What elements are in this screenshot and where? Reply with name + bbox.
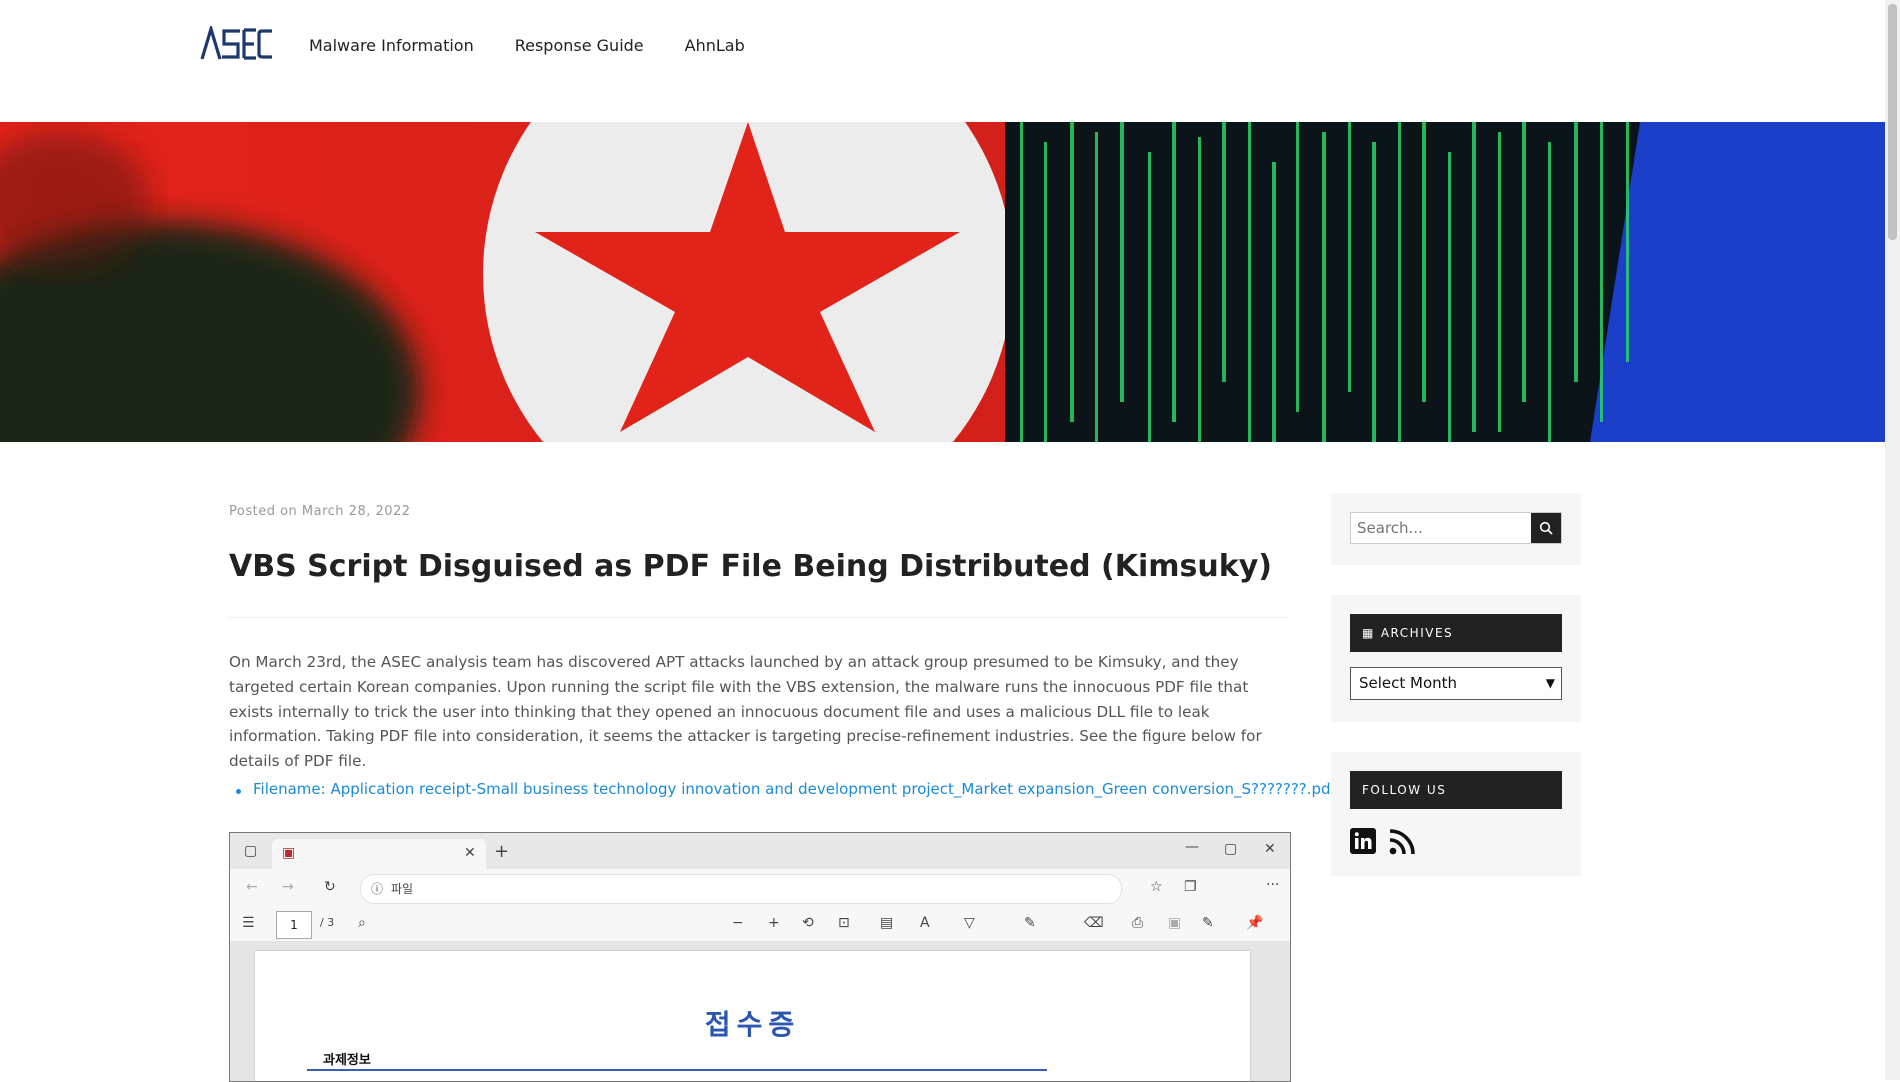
archives-select[interactable]: Select Month ▼ (1350, 667, 1562, 700)
nav-ahnlab[interactable]: AhnLab (685, 36, 745, 55)
collections-icon: ❐ (1184, 879, 1197, 895)
minimize-icon: — (1185, 839, 1199, 855)
bullet-dot (236, 789, 241, 794)
rss-icon[interactable] (1388, 828, 1416, 856)
pdf-viewer-screenshot: ▢ ▣ ✕ + — ▢ ✕ ← → ↻ ⓘ 파일 ☆ ❐ ··· ☰ 1 / 3… (229, 832, 1291, 1082)
window-close-icon: ✕ (1264, 841, 1276, 857)
save-icon: ▣ (1168, 915, 1182, 931)
print-icon: ⎙ (1132, 915, 1144, 931)
nav-response-guide[interactable]: Response Guide (515, 36, 644, 55)
asec-logo[interactable] (200, 26, 272, 62)
close-tab-icon: ✕ (464, 845, 476, 861)
archives-title-text: ARCHIVES (1380, 626, 1454, 640)
eraser-icon: ⌫ (1084, 915, 1104, 931)
tab-actions-icon: ▢ (244, 843, 258, 859)
site-header: Malware Information Response Guide AhnLa… (0, 0, 1885, 122)
zoom-in-icon: + (768, 915, 780, 931)
main-nav: Malware Information Response Guide AhnLa… (309, 36, 745, 55)
zoom-out-icon: − (732, 915, 744, 931)
search-widget (1331, 493, 1581, 565)
browser-addressbar: ← → ↻ ⓘ 파일 ☆ ❐ ··· (230, 869, 1290, 907)
url-field: ⓘ 파일 (360, 874, 1122, 904)
chevron-down-icon: ▼ (1545, 676, 1555, 690)
find-icon: ⌕ (358, 915, 366, 931)
search-button[interactable] (1531, 513, 1561, 543)
pdf-canvas: 접수증 과제정보 (230, 941, 1290, 1081)
pdf-toolbar: ☰ 1 / 3 ⌕ − + ⟲ ⊡ ▤ A ▽ ✎ ⌫ ⎙ ▣ ✎ 📌 (230, 907, 1290, 942)
hero-banner-image (0, 122, 1885, 442)
contents-icon: ☰ (242, 915, 255, 931)
list-item: Filename: Application receipt-Small busi… (236, 780, 1366, 798)
search-form (1350, 512, 1562, 544)
archives-widget: ▦ ARCHIVES Select Month ▼ (1331, 595, 1581, 722)
follow-title: FOLLOW US (1350, 771, 1562, 809)
info-icon: ⓘ (371, 882, 384, 896)
url-text: 파일 (391, 882, 414, 896)
archives-title: ▦ ARCHIVES (1350, 614, 1562, 652)
more-menu-icon: ··· (1266, 877, 1280, 893)
page-total: / 3 (320, 916, 335, 929)
browser-tab: ▣ ✕ (272, 839, 486, 869)
pdf-rule (307, 1069, 1047, 1071)
posted-date[interactable]: March 28, 2022 (302, 504, 411, 519)
save-as-icon: ✎ (1202, 915, 1214, 931)
refresh-icon: ↻ (324, 879, 336, 895)
maximize-icon: ▢ (1224, 841, 1238, 857)
highlight-icon: ✎ (1024, 915, 1036, 931)
page-number-field: 1 (276, 911, 312, 939)
post-title: VBS Script Disguised as PDF File Being D… (229, 549, 1272, 584)
page-view-icon: ▤ (880, 915, 894, 931)
search-input[interactable] (1351, 513, 1533, 543)
favorites-icon: ☆ (1150, 879, 1163, 895)
archives-select-value: Select Month (1359, 674, 1458, 692)
new-tab-icon: + (494, 841, 510, 862)
nav-malware-information[interactable]: Malware Information (309, 36, 474, 55)
browser-tabbar: ▢ ▣ ✕ + — ▢ ✕ (230, 833, 1290, 869)
title-divider (229, 617, 1289, 618)
linkedin-icon[interactable] (1350, 828, 1376, 854)
posted-prefix: Posted on (229, 504, 298, 519)
pin-icon: 📌 (1246, 915, 1264, 931)
pdf-page: 접수증 과제정보 (255, 951, 1250, 1081)
pdf-subheading: 과제정보 (323, 1053, 371, 1068)
scrollbar-thumb[interactable] (1888, 4, 1897, 240)
search-icon (1539, 521, 1553, 535)
filename-link[interactable]: Filename: Application receipt-Small busi… (253, 780, 1366, 798)
page-scrollbar[interactable] (1885, 0, 1900, 1080)
post-meta: Posted on March 28, 2022 (229, 504, 411, 519)
back-icon: ← (246, 879, 258, 895)
read-aloud-icon: A (920, 915, 930, 931)
rotate-icon: ⟲ (802, 915, 814, 931)
calendar-icon: ▦ (1362, 626, 1375, 640)
pdf-heading: 접수증 (704, 1008, 801, 1041)
draw-icon: ▽ (964, 915, 975, 931)
pdf-file-icon: ▣ (282, 845, 296, 861)
fit-icon: ⊡ (838, 915, 850, 931)
follow-widget: FOLLOW US (1331, 752, 1581, 876)
forward-icon: → (282, 879, 294, 895)
post-paragraph: On March 23rd, the ASEC analysis team ha… (229, 653, 1262, 771)
